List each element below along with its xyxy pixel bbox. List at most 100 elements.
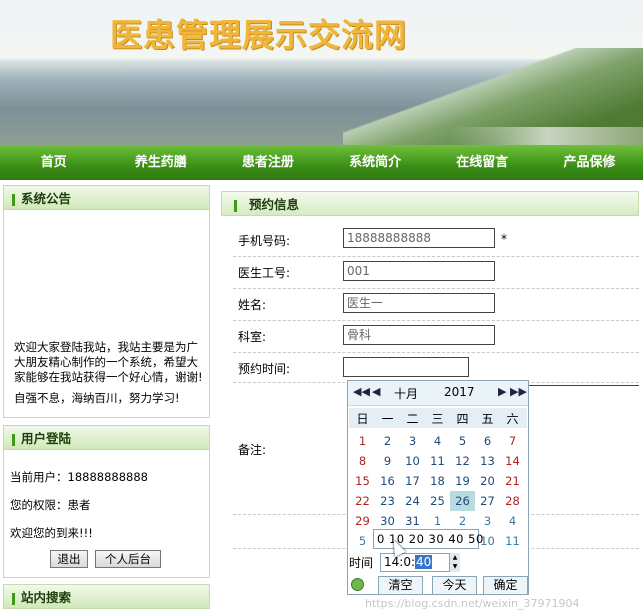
calendar-day[interactable]: 21: [500, 471, 525, 491]
calendar-day[interactable]: 25: [425, 491, 450, 511]
calendar-day[interactable]: 19: [450, 471, 475, 491]
calendar-day[interactable]: 11: [425, 451, 450, 471]
date-picker-popup: ◀◀ ◀ 十月 2017 ▶ ▶▶ 日一二三四五六 1 2 3 4 5 6 7 8 9 10 11 12…: [347, 380, 529, 595]
logout-button[interactable]: 退出: [50, 550, 88, 568]
calendar-day[interactable]: 16: [375, 471, 400, 491]
nav-online-message[interactable]: 在线留言: [429, 145, 536, 180]
header-bullet-icon: [12, 193, 15, 206]
site-banner: 医患管理展示交流网: [0, 0, 643, 145]
name-label: 姓名:: [238, 298, 267, 312]
time-minute-tens[interactable]: 0: [403, 555, 411, 569]
calendar-day[interactable]: 1: [350, 431, 375, 451]
calendar-day[interactable]: 12: [450, 451, 475, 471]
dept-label: 科室:: [238, 330, 267, 344]
calendar-day[interactable]: 5: [450, 431, 475, 451]
header-bullet-icon: [12, 433, 15, 446]
time-input[interactable]: 14:0:40: [380, 553, 460, 572]
calendar-day[interactable]: 5: [350, 531, 375, 551]
name-field[interactable]: 医生一: [343, 293, 495, 313]
calendar-day[interactable]: 13: [475, 451, 500, 471]
required-mark: *: [501, 232, 507, 246]
calendar-day[interactable]: 11: [500, 531, 525, 551]
next-year-icon[interactable]: ▶▶: [510, 385, 527, 398]
calendar-day[interactable]: 2: [375, 431, 400, 451]
header-bullet-icon: [12, 592, 15, 605]
calendar-day[interactable]: 30: [375, 511, 400, 531]
calendar-header: ◀◀ ◀ 十月 2017 ▶ ▶▶: [348, 381, 528, 406]
search-title: 站内搜索: [21, 590, 72, 605]
calendar-day[interactable]: 23: [375, 491, 400, 511]
calendar-day[interactable]: 2: [450, 511, 475, 531]
today-button[interactable]: 今天: [432, 576, 477, 595]
nav-health-food[interactable]: 养生药膳: [107, 145, 214, 180]
weekday-header: 五: [481, 412, 494, 426]
search-header: 站内搜索: [3, 584, 210, 609]
clock-icon[interactable]: [351, 578, 364, 591]
notice-text: 欢迎大家登陆我站，我站主要是为广大朋友精心制作的一个系统，希望大家能够在我站获得…: [14, 340, 204, 406]
notice-text-main: 欢迎大家登陆我站，我站主要是为广大朋友精心制作的一个系统，希望大家能够在我站获得…: [14, 340, 203, 384]
next-month-icon[interactable]: ▶: [498, 385, 506, 398]
weekday-header: 四: [456, 412, 469, 426]
calendar-day[interactable]: 29: [350, 511, 375, 531]
calendar-day[interactable]: 31: [400, 511, 425, 531]
login-header: 用户登陆: [3, 425, 210, 450]
nav-system-intro[interactable]: 系统简介: [322, 145, 429, 180]
current-user: 当前用户：18888888888: [10, 470, 148, 484]
row-divider: [233, 352, 639, 353]
form-header: 预约信息: [221, 191, 639, 216]
calendar-day[interactable]: 18: [425, 471, 450, 491]
nav-patient-register[interactable]: 患者注册: [214, 145, 321, 180]
remark-textarea[interactable]: [528, 385, 639, 512]
nav-product-warranty[interactable]: 产品保修: [536, 145, 643, 180]
backend-button[interactable]: 个人后台: [95, 550, 161, 568]
row-divider: [233, 320, 639, 321]
calendar-day[interactable]: 6: [475, 431, 500, 451]
doctor-id-field[interactable]: 001: [343, 261, 495, 281]
main-nav: 首页 养生药膳 患者注册 系统简介 在线留言 产品保修: [0, 145, 643, 180]
weekday-header: 日: [356, 412, 369, 426]
calendar-day[interactable]: 3: [475, 511, 500, 531]
weekday-header: 三: [431, 412, 444, 426]
calendar-day[interactable]: 26: [450, 491, 475, 511]
nav-home[interactable]: 首页: [0, 145, 107, 180]
notice-body: 欢迎大家登陆我站，我站主要是为广大朋友精心制作的一个系统，希望大家能够在我站获得…: [3, 210, 210, 418]
dept-field[interactable]: 骨科: [343, 325, 495, 345]
weekday-header: 一: [381, 412, 394, 426]
phone-field[interactable]: 18888888888: [343, 228, 495, 248]
calendar-day[interactable]: 27: [475, 491, 500, 511]
prev-month-icon[interactable]: ◀: [372, 385, 380, 398]
time-label: 时间: [349, 556, 374, 570]
calendar-day[interactable]: 3: [400, 431, 425, 451]
calendar-day[interactable]: 4: [425, 431, 450, 451]
calendar-day[interactable]: 14: [500, 451, 525, 471]
header-bullet-icon: [234, 199, 237, 212]
calendar-day[interactable]: 4: [500, 511, 525, 531]
notice-text-scrolling: 自强不息，海纳百川，努力学习!: [14, 391, 180, 405]
calendar-day[interactable]: 15: [350, 471, 375, 491]
time-hour[interactable]: 14: [384, 555, 399, 569]
calendar-day[interactable]: 10: [400, 451, 425, 471]
calendar-day[interactable]: 7: [500, 431, 525, 451]
row-divider: [233, 288, 639, 289]
calendar-day[interactable]: 28: [500, 491, 525, 511]
prev-year-icon[interactable]: ◀◀: [353, 385, 370, 398]
calendar-day[interactable]: 20: [475, 471, 500, 491]
appointment-time-field[interactable]: [343, 357, 469, 377]
calendar-day[interactable]: 17: [400, 471, 425, 491]
calendar-day[interactable]: 8: [350, 451, 375, 471]
time-selected[interactable]: 40: [415, 555, 433, 569]
weekday-header: 二: [406, 412, 419, 426]
clear-button[interactable]: 清空: [378, 576, 423, 595]
calendar-day[interactable]: 22: [350, 491, 375, 511]
phone-label: 手机号码:: [238, 234, 291, 248]
form-title: 预约信息: [249, 197, 300, 212]
calendar-day[interactable]: 9: [375, 451, 400, 471]
calendar-month[interactable]: 十月: [394, 385, 418, 402]
time-spinner-icon[interactable]: ▲ ▼: [449, 553, 460, 572]
minute-picker[interactable]: 0 10 20 30 40 50: [373, 529, 483, 549]
login-title: 用户登陆: [21, 431, 72, 446]
calendar-day[interactable]: 24: [400, 491, 425, 511]
ok-button[interactable]: 确定: [483, 576, 528, 595]
calendar-day[interactable]: 1: [425, 511, 450, 531]
calendar-year[interactable]: 2017: [444, 385, 475, 399]
